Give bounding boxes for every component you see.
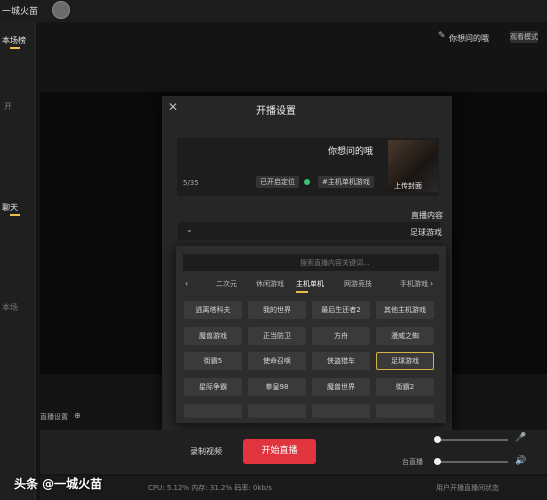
location-dot-icon [304,179,310,185]
category-tag[interactable]: #主机单机游戏 [318,176,374,188]
mic-slider-knob[interactable] [434,436,441,443]
start-stream-button[interactable]: 开始直播 [243,439,316,464]
char-counter: 5/35 [183,179,199,187]
top-bar [0,0,547,22]
game-option[interactable]: 魔兽世界 [312,378,370,396]
game-option[interactable]: 魔兽游戏 [184,327,242,345]
game-option[interactable]: 拳皇98 [248,378,306,396]
category-tabs: 手机游戏 网游竞技 主机单机 休闲游戏 二次元 [184,279,438,291]
settings-icon[interactable]: ⊕ [74,411,81,420]
stream-settings-label[interactable]: 直播设置 [40,412,68,422]
left-panel [0,22,36,500]
close-icon[interactable]: ✕ [168,100,178,114]
content-select[interactable] [178,222,440,240]
mic-icon[interactable]: 🎤 [515,433,526,443]
tab-chat[interactable]: 聊天 [2,202,18,213]
category-tab[interactable]: 主机单机 [296,279,324,289]
game-option[interactable]: 使命召唤 [248,352,306,370]
speaker-icon[interactable]: 🔊 [515,456,526,466]
category-tab[interactable]: 手机游戏 [400,279,428,289]
category-tab[interactable]: 二次元 [216,279,237,289]
cover-label[interactable]: 上传封面 [394,181,422,191]
system-stats: CPU: 5.12% 内存: 31.2% 码率: 0kb/s [148,484,272,492]
tab-rank[interactable]: 本场榜 [2,35,26,46]
record-button[interactable]: 录制视频 [190,446,222,457]
game-option[interactable]: 侠盗猎车 [312,352,370,370]
dialog-title: 开播设置 [256,106,296,117]
category-tab[interactable]: 休闲游戏 [256,279,284,289]
chevron-down-icon[interactable]: ⌄ [186,225,193,234]
preview-title: 你想问的哦 [449,34,489,43]
game-option[interactable]: 我的世界 [248,301,306,319]
speaker-label: 台直播 [402,458,423,466]
game-option[interactable]: 方舟 [312,327,370,345]
side-text: 开 [4,102,12,111]
game-option[interactable]: 漫威之蜘 [376,327,434,345]
speaker-slider[interactable] [438,461,508,463]
side-text: 本场 [2,303,18,312]
mode-badge[interactable]: 观看模式 [510,31,538,43]
content-label: 直播内容 [411,211,443,220]
avatar[interactable] [52,1,70,19]
game-option[interactable]: 街霸5 [184,352,242,370]
watermark: 头条 @一城火苗 [14,477,103,491]
game-option[interactable]: 正当防卫 [248,327,306,345]
game-option[interactable]: 足球游戏 [376,352,434,370]
game-option[interactable] [312,404,370,418]
stream-title[interactable]: 你想问的哦 [328,144,373,157]
content-select-value: 足球游戏 [410,228,442,237]
location-tag[interactable]: 已开启定位 [256,176,299,188]
game-option[interactable]: 街霸2 [376,378,434,396]
category-underline [296,291,308,293]
tab-underline [10,214,20,216]
game-option[interactable] [248,404,306,418]
speaker-slider-knob[interactable] [434,458,441,465]
footer-status: 用户开播直播间状态 [436,484,499,492]
search-placeholder: 搜索直播内容关键词... [300,259,370,267]
edit-icon[interactable]: ✎ [438,31,446,41]
game-option[interactable] [184,404,242,418]
category-tab[interactable]: 网游竞技 [344,279,372,289]
game-option[interactable] [376,404,434,418]
app-title: 一城火苗 [2,7,39,17]
game-option[interactable]: 其他主机游戏 [376,301,434,319]
game-option[interactable]: 逃离塔科夫 [184,301,242,319]
game-option[interactable]: 星际争霸 [184,378,242,396]
mic-slider[interactable] [438,439,508,441]
game-option[interactable]: 最后生还者2 [312,301,370,319]
tab-underline [10,47,20,49]
